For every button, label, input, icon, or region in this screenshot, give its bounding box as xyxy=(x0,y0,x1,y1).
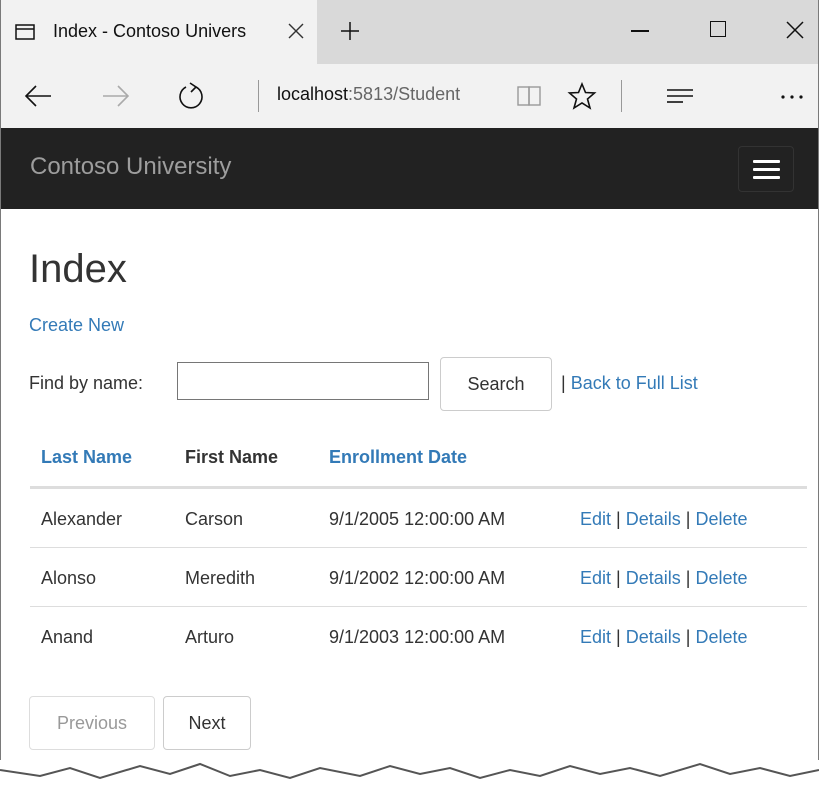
close-icon[interactable] xyxy=(285,20,307,42)
delete-link[interactable]: Delete xyxy=(696,509,748,529)
previous-button[interactable]: Previous xyxy=(29,696,155,750)
torn-edge xyxy=(0,762,819,796)
browser-window: Index - Contoso Univers localhost:5813/S… xyxy=(0,0,819,796)
delete-link[interactable]: Delete xyxy=(696,627,748,647)
url-field[interactable]: localhost:5813/Student xyxy=(277,84,460,105)
page-title: Index xyxy=(29,247,127,291)
separator: | xyxy=(616,627,621,647)
refresh-icon[interactable] xyxy=(176,82,206,110)
create-new-link[interactable]: Create New xyxy=(29,315,124,336)
maximize-icon[interactable] xyxy=(710,21,726,37)
edit-link[interactable]: Edit xyxy=(580,627,611,647)
browser-tab[interactable]: Index - Contoso Univers xyxy=(1,0,317,64)
search-button[interactable]: Search xyxy=(440,357,552,411)
site-navbar: Contoso University xyxy=(1,128,818,209)
cell-enrollment-date: 9/1/2002 12:00:00 AM xyxy=(329,568,506,588)
table-row: Alonso Meredith 9/1/2002 12:00:00 AM Edi… xyxy=(30,548,807,607)
row-actions: Edit | Details | Delete xyxy=(580,627,748,648)
back-to-full-list-link[interactable]: Back to Full List xyxy=(571,373,698,393)
cell-first-name: Carson xyxy=(185,509,244,529)
tab-page-icon xyxy=(15,24,35,40)
separator: | xyxy=(561,373,566,393)
details-link[interactable]: Details xyxy=(626,627,681,647)
cell-first-name: Meredith xyxy=(185,568,256,588)
search-input[interactable] xyxy=(177,362,429,400)
window-close-icon[interactable] xyxy=(785,20,805,40)
row-actions: Edit | Details | Delete xyxy=(580,509,748,530)
separator: | xyxy=(685,509,691,529)
details-link[interactable]: Details xyxy=(626,568,681,588)
forward-arrow-icon[interactable] xyxy=(101,82,131,110)
cell-enrollment-date: 9/1/2003 12:00:00 AM xyxy=(329,627,506,647)
table-row: Anand Arturo 9/1/2003 12:00:00 AM Edit |… xyxy=(30,607,807,666)
next-button[interactable]: Next xyxy=(163,696,251,750)
edit-link[interactable]: Edit xyxy=(580,509,611,529)
url-path: :5813/Student xyxy=(348,84,461,104)
separator: | xyxy=(616,509,621,529)
more-icon[interactable] xyxy=(778,82,808,110)
tab-title: Index - Contoso Univers xyxy=(53,21,247,41)
address-bar: localhost:5813/Student xyxy=(1,64,818,128)
hamburger-bar xyxy=(753,168,780,171)
delete-link[interactable]: Delete xyxy=(696,568,748,588)
separator: | xyxy=(616,568,621,588)
header-first-name: First Name xyxy=(185,447,279,467)
address-separator xyxy=(258,80,259,112)
url-host: localhost xyxy=(277,84,349,104)
back-arrow-icon[interactable] xyxy=(23,82,53,110)
cell-enrollment-date: 9/1/2005 12:00:00 AM xyxy=(329,509,506,529)
back-to-full-list: | Back to Full List xyxy=(561,373,698,394)
cell-last-name: Alonso xyxy=(41,568,97,588)
toolbar-separator xyxy=(621,80,622,112)
reading-view-icon[interactable] xyxy=(515,82,545,110)
hamburger-bar xyxy=(753,160,780,163)
hamburger-icon[interactable] xyxy=(738,146,794,192)
window-edge-left xyxy=(0,0,1,760)
hub-icon[interactable] xyxy=(665,82,695,110)
row-actions: Edit | Details | Delete xyxy=(580,568,748,589)
header-last-name[interactable]: Last Name xyxy=(41,447,132,468)
cell-last-name: Anand xyxy=(41,627,94,647)
separator: | xyxy=(685,627,691,647)
cell-last-name: Alexander xyxy=(41,509,123,529)
hamburger-bar xyxy=(753,176,780,179)
star-icon[interactable] xyxy=(567,82,597,110)
tab-bar: Index - Contoso Univers xyxy=(1,0,818,64)
details-link[interactable]: Details xyxy=(626,509,681,529)
plus-icon[interactable] xyxy=(339,20,361,42)
separator: | xyxy=(685,568,691,588)
header-enrollment-date[interactable]: Enrollment Date xyxy=(329,447,467,468)
find-by-name-label: Find by name: xyxy=(29,373,144,393)
edit-link[interactable]: Edit xyxy=(580,568,611,588)
brand-link[interactable]: Contoso University xyxy=(30,153,231,181)
table-row: Alexander Carson 9/1/2005 12:00:00 AM Ed… xyxy=(30,489,807,548)
minimize-icon[interactable] xyxy=(631,30,649,32)
cell-first-name: Arturo xyxy=(185,627,235,647)
